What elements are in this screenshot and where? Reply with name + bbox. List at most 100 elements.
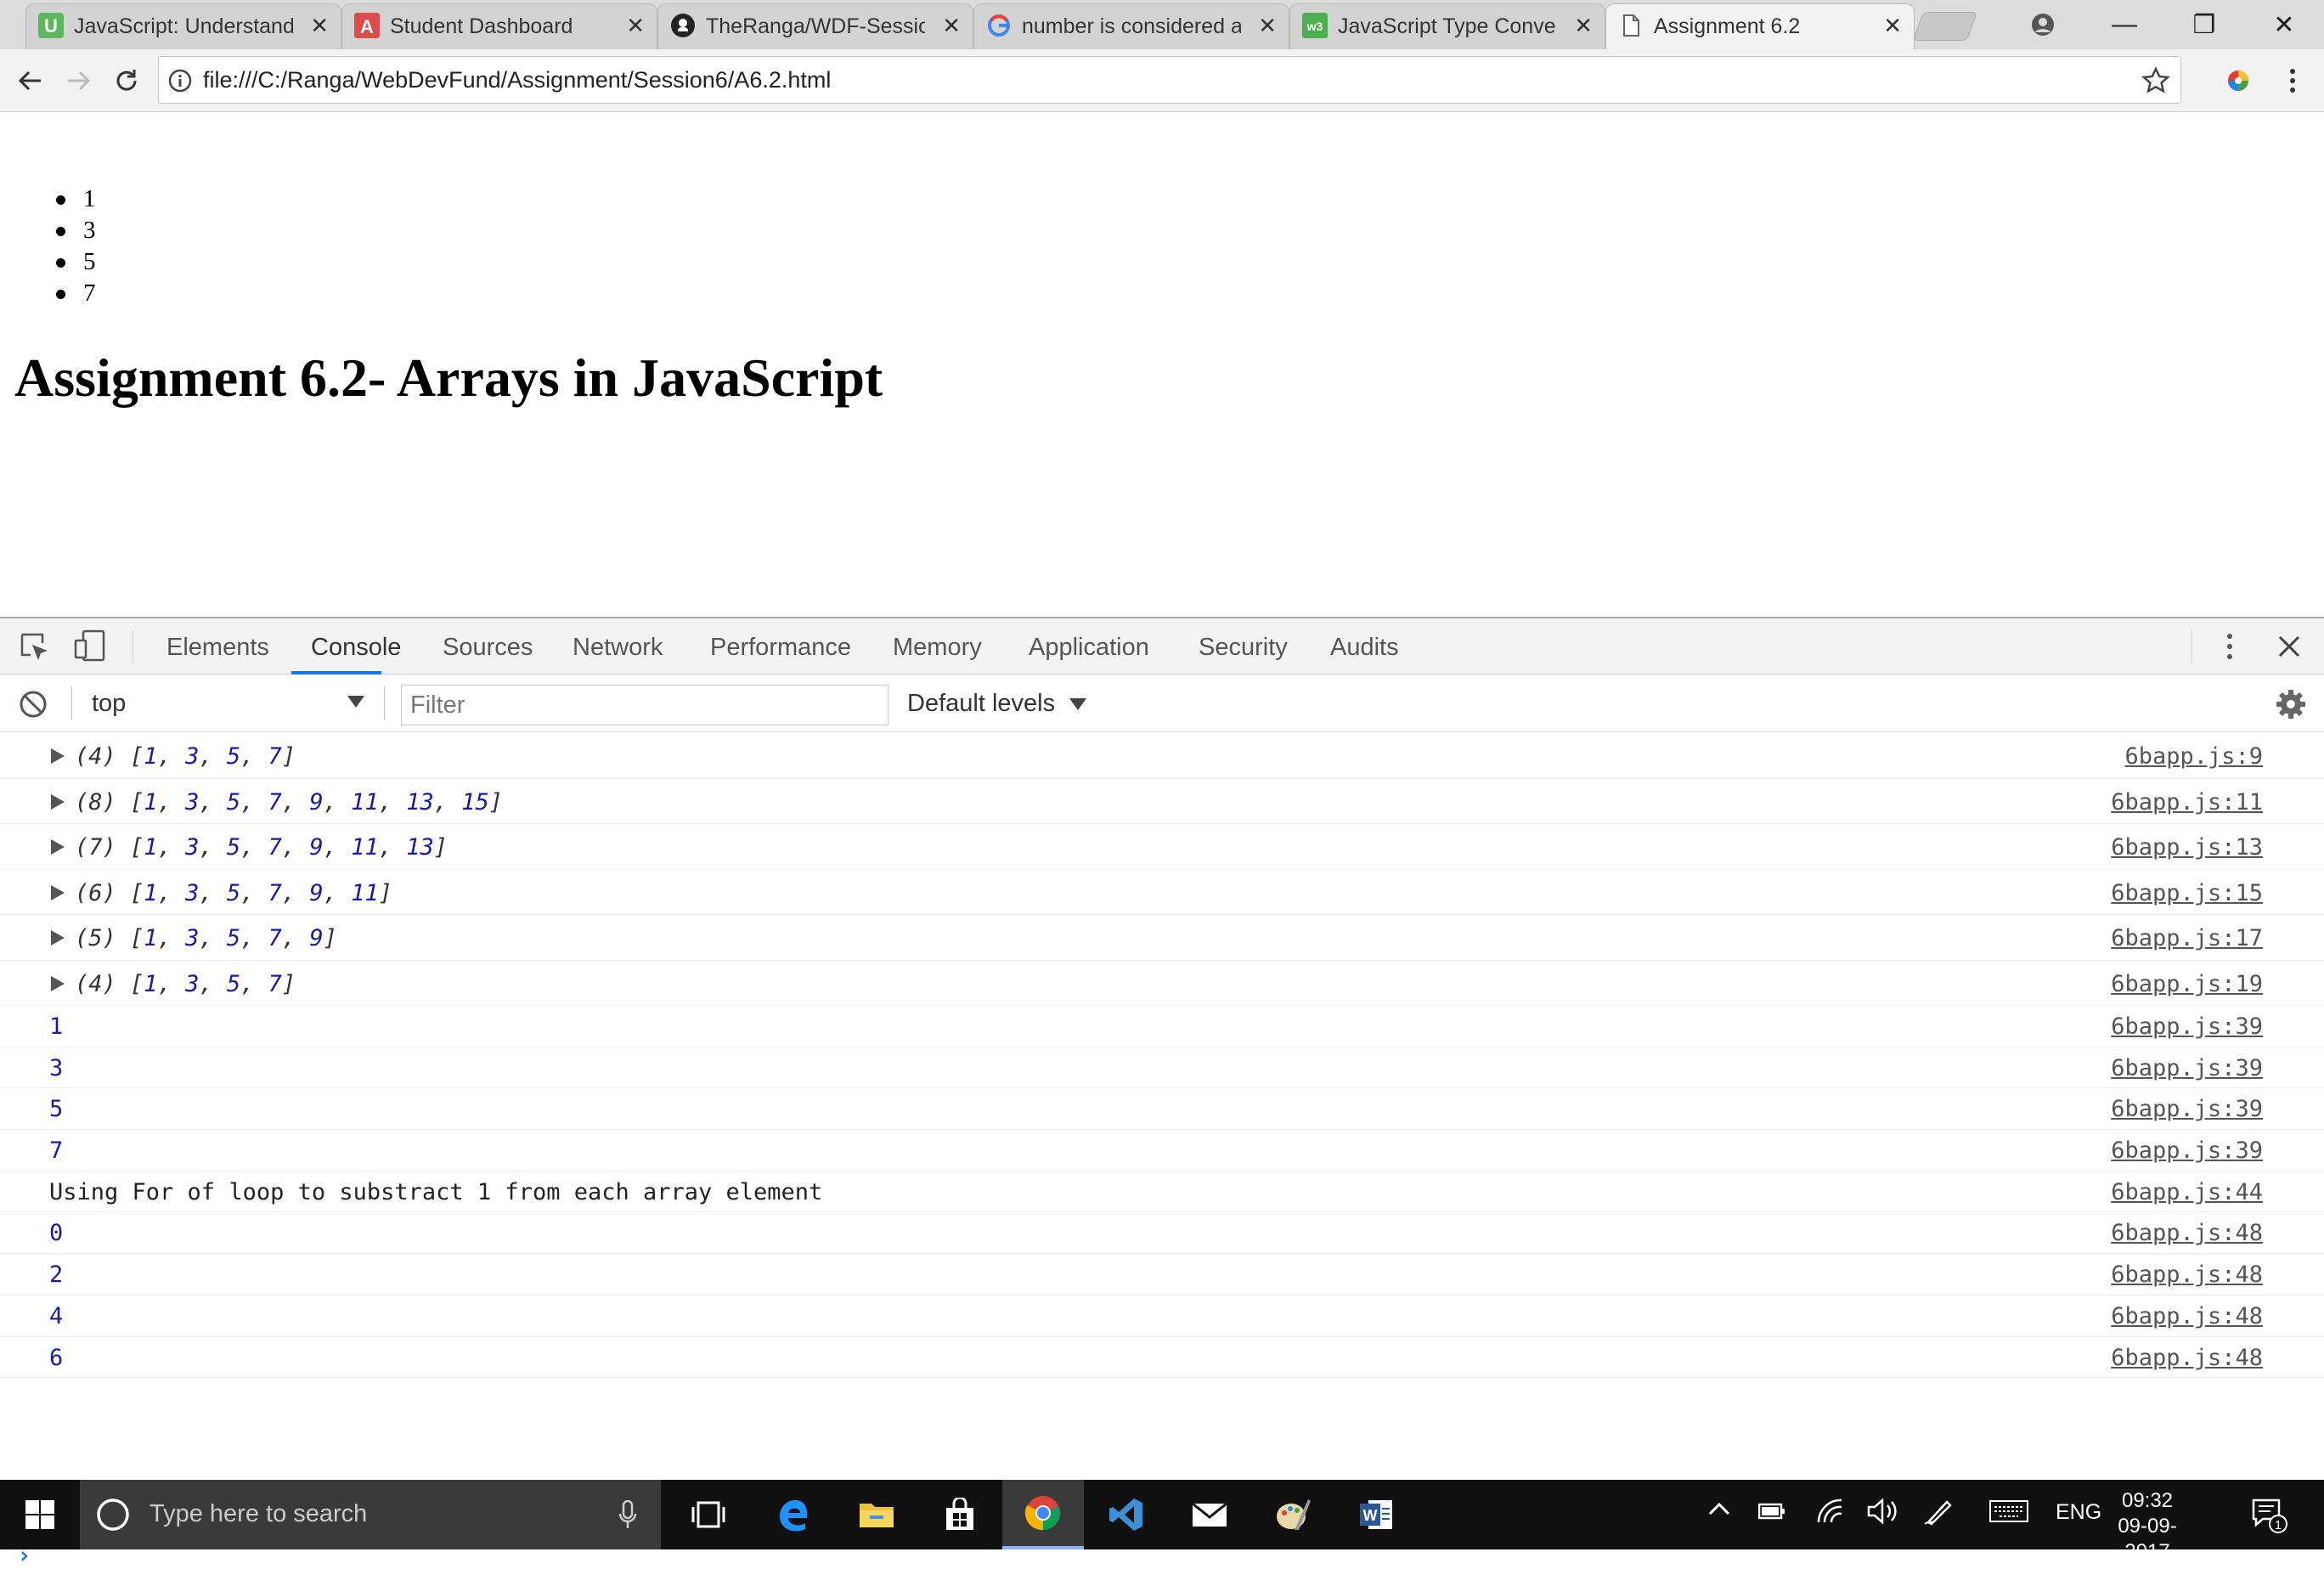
menu-dots-icon[interactable] bbox=[2273, 61, 2312, 100]
clock[interactable]: 09:32 09-09-2017 bbox=[2103, 1488, 2191, 1565]
devtools-close-icon[interactable] bbox=[2276, 634, 2302, 659]
tab-performance[interactable]: Performance bbox=[710, 634, 851, 662]
clear-console-icon[interactable] bbox=[19, 690, 48, 719]
close-icon[interactable]: ✕ bbox=[1258, 14, 1277, 37]
info-icon[interactable] bbox=[167, 68, 193, 93]
color-extension-icon[interactable] bbox=[2219, 61, 2258, 100]
tab-1[interactable]: A Student Dashboard ✕ bbox=[341, 3, 657, 49]
console-message[interactable]: (4) [1, 3, 5, 7] 6bapp.js:19 bbox=[0, 961, 2324, 1006]
language-indicator[interactable]: ENG bbox=[2056, 1500, 2101, 1525]
source-link[interactable]: 6bapp.js:39 bbox=[2111, 1137, 2263, 1164]
expand-triangle-icon[interactable] bbox=[51, 839, 65, 855]
tab-0[interactable]: U JavaScript: Understanding ✕ bbox=[25, 3, 341, 49]
bookmark-star-icon[interactable] bbox=[2141, 66, 2170, 95]
expand-triangle-icon[interactable] bbox=[51, 975, 65, 991]
volume-icon[interactable] bbox=[1867, 1498, 1898, 1524]
source-link[interactable]: 6bapp.js:48 bbox=[2111, 1303, 2263, 1329]
source-link[interactable]: 6bapp.js:48 bbox=[2111, 1261, 2263, 1288]
wifi-icon[interactable] bbox=[1816, 1498, 1845, 1524]
source-link[interactable]: 6bapp.js:39 bbox=[2111, 1096, 2263, 1122]
file-explorer-icon[interactable] bbox=[836, 1480, 917, 1549]
paint-icon[interactable] bbox=[1252, 1480, 1334, 1549]
profile-icon[interactable] bbox=[2003, 0, 2083, 49]
source-link[interactable]: 6bapp.js:48 bbox=[2111, 1345, 2263, 1371]
github-icon bbox=[670, 13, 696, 38]
tab-3[interactable]: number is considered a ✕ bbox=[973, 3, 1289, 49]
word-icon[interactable]: W bbox=[1335, 1480, 1417, 1549]
source-link[interactable]: 6bapp.js:17 bbox=[2111, 925, 2263, 951]
new-tab-button[interactable] bbox=[1912, 12, 1978, 41]
inspect-element-icon[interactable] bbox=[19, 631, 51, 663]
tab-4[interactable]: w3 JavaScript Type Conversion ✕ bbox=[1289, 3, 1605, 49]
filter-field[interactable] bbox=[401, 685, 888, 725]
settings-gear-icon[interactable] bbox=[2275, 688, 2307, 720]
minimize-button[interactable]: — bbox=[2084, 0, 2164, 49]
tab-title: Student Dashboard bbox=[390, 14, 573, 38]
battery-icon[interactable] bbox=[1758, 1502, 1785, 1521]
address-bar[interactable]: file:///C:/Ranga/WebDevFund/Assignment/S… bbox=[158, 56, 2181, 104]
vscode-icon[interactable] bbox=[1086, 1480, 1167, 1549]
expand-triangle-icon[interactable] bbox=[51, 748, 65, 764]
tab-application[interactable]: Application bbox=[1029, 634, 1149, 662]
log-levels-dropdown[interactable]: Default levels bbox=[907, 690, 1087, 718]
source-link[interactable]: 6bapp.js:39 bbox=[2111, 1013, 2263, 1040]
console-message[interactable]: (8) [1, 3, 5, 7, 9, 11, 13, 15] 6bapp.js:… bbox=[0, 779, 2324, 824]
forward-button[interactable] bbox=[59, 61, 99, 100]
tab-sources[interactable]: Sources bbox=[443, 634, 533, 662]
show-hidden-icons-icon[interactable] bbox=[1707, 1497, 1731, 1522]
source-link[interactable]: 6bapp.js:48 bbox=[2111, 1220, 2263, 1246]
source-link[interactable]: 6bapp.js:11 bbox=[2111, 789, 2263, 816]
tab-audits[interactable]: Audits bbox=[1330, 634, 1399, 662]
console-message[interactable]: (4) [1, 3, 5, 7] 6bapp.js:9 bbox=[0, 733, 2324, 779]
separator bbox=[2191, 630, 2192, 663]
tab-security[interactable]: Security bbox=[1199, 634, 1288, 662]
tab-5[interactable]: Assignment 6.2 ✕ bbox=[1605, 3, 1915, 49]
restore-button[interactable]: ❐ bbox=[2164, 0, 2244, 49]
task-view-icon[interactable] bbox=[668, 1480, 749, 1549]
store-icon[interactable] bbox=[919, 1480, 1001, 1549]
keyboard-icon[interactable] bbox=[1989, 1500, 2028, 1522]
close-icon[interactable]: ✕ bbox=[1883, 14, 1902, 37]
microphone-icon[interactable] bbox=[618, 1500, 637, 1531]
chevron-down-icon[interactable] bbox=[347, 695, 365, 708]
context-selector[interactable]: top bbox=[92, 690, 126, 718]
windows-start-icon[interactable] bbox=[0, 1480, 80, 1549]
expand-triangle-icon[interactable] bbox=[51, 793, 65, 810]
tab-elements[interactable]: Elements bbox=[166, 634, 269, 662]
source-link[interactable]: 6bapp.js:9 bbox=[2124, 743, 2263, 770]
window-close-button[interactable]: ✕ bbox=[2244, 0, 2324, 49]
source-link[interactable]: 6bapp.js:39 bbox=[2111, 1055, 2263, 1081]
tab-memory[interactable]: Memory bbox=[893, 634, 982, 662]
console-message[interactable]: (7) [1, 3, 5, 7, 9, 11, 13] 6bapp.js:13 bbox=[0, 824, 2324, 870]
tab-2[interactable]: TheRanga/WDF-Session ✕ bbox=[657, 3, 973, 49]
array-value: 1 bbox=[144, 743, 158, 770]
logged-number: 6 bbox=[49, 1344, 64, 1371]
w3schools-icon: w3 bbox=[1302, 13, 1328, 38]
filter-input[interactable] bbox=[402, 686, 888, 725]
tab-network[interactable]: Network bbox=[573, 634, 663, 662]
source-link[interactable]: 6bapp.js:19 bbox=[2111, 971, 2263, 997]
source-link[interactable]: 6bapp.js:15 bbox=[2111, 880, 2263, 906]
action-center-icon[interactable]: 1 bbox=[2251, 1497, 2288, 1534]
close-icon[interactable]: ✕ bbox=[310, 14, 329, 37]
close-icon[interactable]: ✕ bbox=[942, 14, 961, 37]
array-value: 15 bbox=[461, 788, 489, 816]
source-link[interactable]: 6bapp.js:13 bbox=[2111, 834, 2263, 861]
close-icon[interactable]: ✕ bbox=[1574, 14, 1593, 37]
tab-console[interactable]: Console bbox=[311, 634, 401, 662]
reload-button[interactable] bbox=[107, 61, 146, 100]
expand-triangle-icon[interactable] bbox=[51, 930, 65, 945]
console-message[interactable]: (5) [1, 3, 5, 7, 9] 6bapp.js:17 bbox=[0, 915, 2324, 961]
close-icon[interactable]: ✕ bbox=[626, 14, 645, 37]
pen-icon[interactable] bbox=[1923, 1498, 1954, 1526]
expand-triangle-icon[interactable] bbox=[51, 884, 65, 900]
devtools-menu-icon[interactable] bbox=[2225, 632, 2234, 661]
chrome-icon[interactable] bbox=[1002, 1480, 1084, 1549]
device-toolbar-icon[interactable] bbox=[73, 629, 107, 663]
edge-icon[interactable] bbox=[753, 1480, 834, 1549]
mail-icon[interactable] bbox=[1169, 1480, 1250, 1549]
console-message[interactable]: (6) [1, 3, 5, 7, 9, 11] 6bapp.js:15 bbox=[0, 870, 2324, 915]
back-button[interactable] bbox=[10, 61, 49, 100]
source-link[interactable]: 6bapp.js:44 bbox=[2111, 1179, 2263, 1205]
taskbar-search[interactable]: Type here to search bbox=[80, 1480, 661, 1549]
